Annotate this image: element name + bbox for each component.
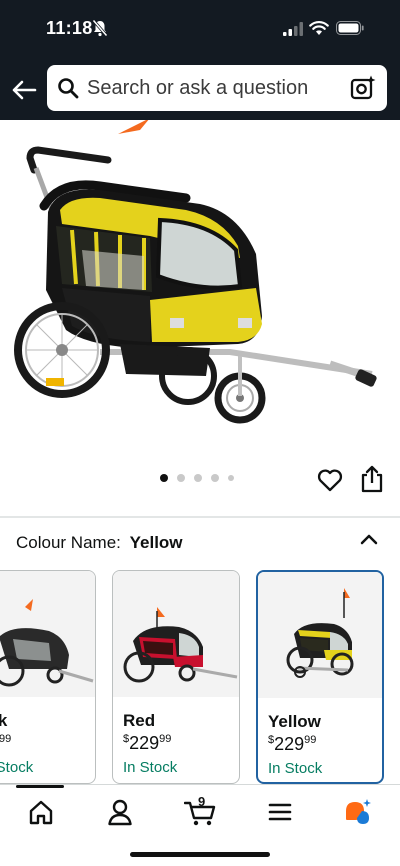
wifi-icon: [309, 21, 329, 35]
share-icon[interactable]: [358, 464, 386, 494]
variant-stock: In Stock: [268, 760, 323, 777]
bell-muted-icon: [92, 19, 108, 37]
app-header: 11:18: [0, 0, 400, 120]
variant-image: [113, 571, 239, 697]
pager-dot[interactable]: [194, 474, 202, 482]
variant-price: 2999: [0, 733, 12, 745]
variant-image: [258, 572, 382, 698]
camera-lens-icon[interactable]: [349, 74, 377, 102]
variant-name: Red: [123, 711, 156, 730]
pager-dot[interactable]: [228, 475, 234, 481]
chevron-up-icon[interactable]: [358, 528, 380, 550]
cellular-signal-icon: [283, 22, 303, 36]
back-button[interactable]: [10, 76, 38, 104]
pager-dot[interactable]: [177, 474, 185, 482]
active-tab-indicator: [16, 785, 64, 788]
status-bar: 11:18: [0, 0, 400, 56]
variant-price: $22999: [268, 734, 317, 754]
image-pager[interactable]: [160, 474, 234, 482]
arrow-left-icon: [12, 80, 37, 100]
cart-count-badge: 9: [198, 794, 206, 809]
colour-selected-value: Yellow: [129, 533, 183, 552]
search-input[interactable]: [87, 65, 337, 111]
battery-icon: [336, 21, 364, 35]
search-bar[interactable]: [47, 65, 387, 111]
variant-card-yellow[interactable]: Yellow $22999 In Stock: [256, 570, 384, 784]
menu-icon[interactable]: [265, 797, 295, 827]
home-icon[interactable]: [26, 797, 56, 827]
bike-trailer-illustration: [14, 120, 377, 424]
colour-selector-header: Colour Name: Yellow: [16, 533, 183, 553]
home-indicator: [130, 852, 270, 857]
cart-button[interactable]: 9: [183, 794, 218, 827]
search-icon: [58, 78, 79, 99]
variant-image: [0, 571, 95, 697]
variant-name: Yellow: [268, 712, 321, 731]
variant-stock: In Stock: [123, 759, 178, 776]
pager-dot-active[interactable]: [160, 474, 168, 482]
product-image[interactable]: [0, 120, 400, 460]
section-divider: [0, 516, 400, 518]
heart-icon[interactable]: [316, 466, 344, 494]
variant-card-black[interactable]: ack 2999 In Stock: [0, 570, 96, 784]
variant-stock: In Stock: [0, 759, 34, 776]
rufus-assistant-icon[interactable]: [343, 797, 373, 827]
status-time: 11:18: [46, 18, 93, 38]
colour-label: Colour Name:: [16, 533, 121, 552]
variant-name: ack: [0, 711, 7, 731]
variant-price: $22999: [123, 733, 172, 753]
variant-card-red[interactable]: Red $22999 In Stock: [112, 570, 240, 784]
account-icon[interactable]: [105, 797, 135, 827]
pager-dot[interactable]: [211, 474, 219, 482]
colour-variant-carousel[interactable]: ack 2999 In Stock Red $22999 In Stock: [0, 568, 400, 786]
